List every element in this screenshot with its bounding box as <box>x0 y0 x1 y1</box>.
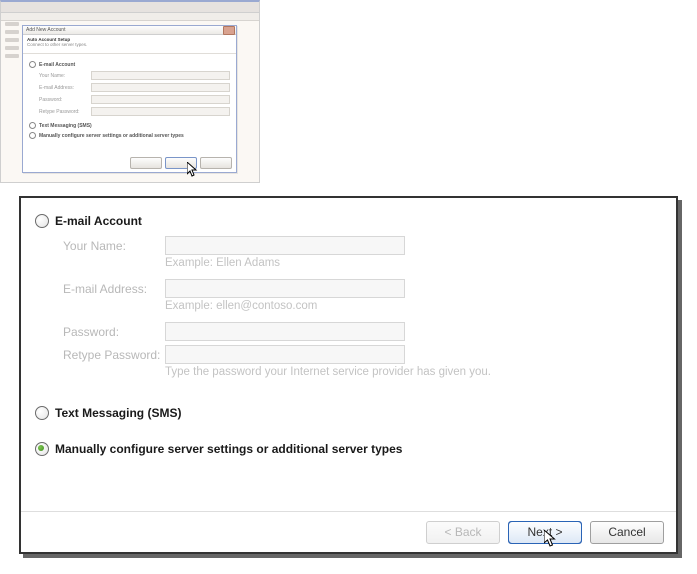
option-email-label: E-mail Account <box>55 214 142 228</box>
thumbnail-opt-sms: Text Messaging (SMS) <box>39 123 92 129</box>
back-button: < Back <box>426 521 500 544</box>
context-thumbnail: Add New Account Auto Account Setup Conne… <box>0 0 260 200</box>
your-name-field <box>165 236 405 255</box>
password-hint: Type the password your Internet service … <box>165 366 662 378</box>
retype-password-label: Retype Password: <box>63 348 165 362</box>
option-email-account[interactable]: E-mail Account <box>35 214 662 228</box>
cursor-icon <box>187 162 199 178</box>
email-field <box>165 279 405 298</box>
close-icon <box>223 26 235 35</box>
cancel-button[interactable]: Cancel <box>590 521 664 544</box>
account-setup-dialog: E-mail Account Your Name: Example: Ellen… <box>19 196 678 554</box>
radio-icon <box>35 406 49 420</box>
thumbnail-app-window: Add New Account Auto Account Setup Conne… <box>0 0 260 183</box>
thumbnail-opt-email: E-mail Account <box>39 62 75 68</box>
thumbnail-opt-manual: Manually configure server settings or ad… <box>39 133 184 139</box>
thumbnail-dialog-title: Add New Account <box>26 27 65 33</box>
option-manual-label: Manually configure server settings or ad… <box>55 442 402 456</box>
your-name-hint: Example: Ellen Adams <box>165 257 662 269</box>
password-field <box>165 322 405 341</box>
thumbnail-cancel-button <box>200 157 232 169</box>
thumbnail-dialog: Add New Account Auto Account Setup Conne… <box>22 25 237 173</box>
email-hint: Example: ellen@contoso.com <box>165 300 662 312</box>
password-label: Password: <box>63 325 165 339</box>
thumbnail-back-button <box>130 157 162 169</box>
dialog-footer: < Back Next > Cancel <box>21 511 676 552</box>
option-sms-label: Text Messaging (SMS) <box>55 406 181 420</box>
email-account-form: Your Name: Example: Ellen Adams E-mail A… <box>63 236 662 378</box>
email-label: E-mail Address: <box>63 282 165 296</box>
cursor-icon <box>544 530 558 548</box>
thumbnail-head-sub: Connect to other server types. <box>27 42 232 47</box>
retype-password-field <box>165 345 405 364</box>
radio-checked-icon <box>35 442 49 456</box>
radio-icon <box>35 214 49 228</box>
option-manual-configure[interactable]: Manually configure server settings or ad… <box>35 442 662 456</box>
option-text-messaging[interactable]: Text Messaging (SMS) <box>35 406 662 420</box>
your-name-label: Your Name: <box>63 239 165 253</box>
